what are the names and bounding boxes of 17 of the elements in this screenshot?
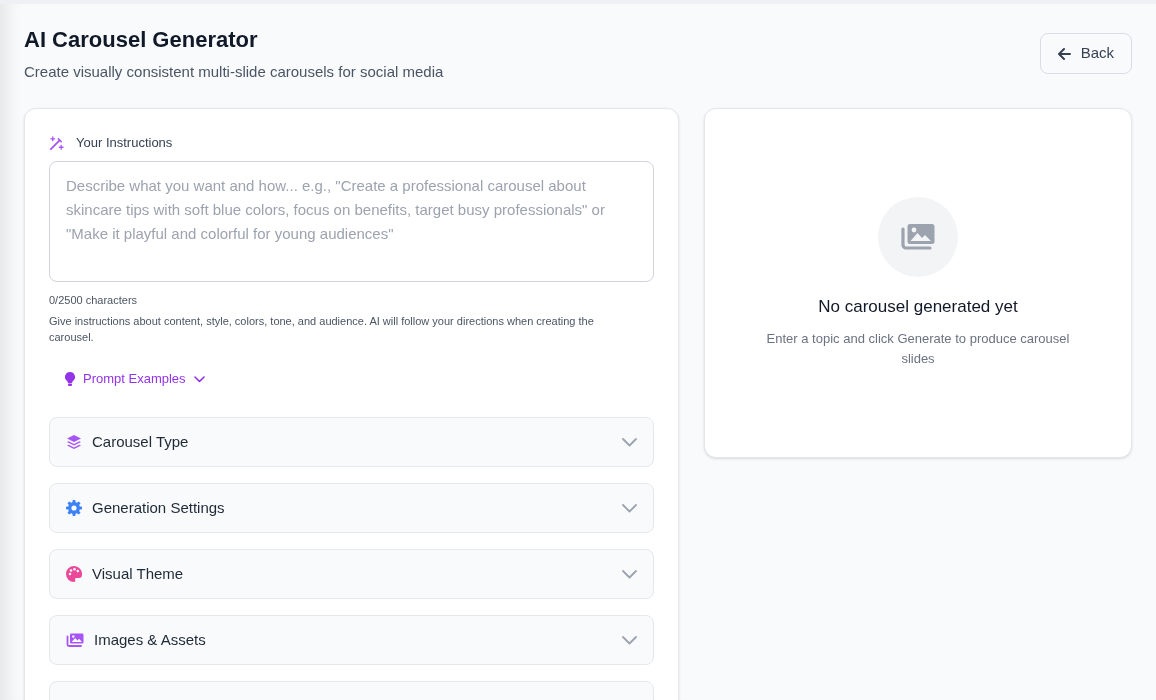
page-subtitle: Create visually consistent multi-slide carousels for social media: [24, 62, 444, 82]
back-button[interactable]: Back: [1039, 33, 1132, 74]
empty-state-title: No carousel generated yet: [818, 296, 1018, 318]
accordion-header[interactable]: Generation Settings: [49, 483, 654, 533]
instructions-input[interactable]: Describe what you want and how... e.g., "Create a professional carousel about skincare tips with soft blue colors, focus on benefits, target busy professionals" or "Make it playful and colorful for young audiences": [49, 161, 654, 282]
accordion-header[interactable]: Visual Theme: [49, 549, 654, 599]
accordion-header[interactable]: Images & Assets: [49, 615, 654, 665]
page-title: AI Carousel Generator: [24, 26, 259, 54]
instructions-label: Your Instructions: [76, 134, 173, 152]
help-text: Give instructions about content, style, colors, tone, and audience. AI will follow your directions when creating the carousel.: [49, 314, 595, 345]
accordion-header[interactable]: Carousel Type: [49, 417, 654, 467]
lightbulb-icon: [65, 372, 75, 386]
character-count: 0/2500 characters: [49, 293, 139, 308]
empty-state-message: Enter a topic and click Generate to produce carousel slides: [765, 330, 1071, 368]
arrow-left-icon: [1057, 47, 1071, 60]
prompt-examples-toggle[interactable]: Prompt Examples: [49, 365, 221, 393]
magic-wand-icon: [49, 135, 64, 151]
